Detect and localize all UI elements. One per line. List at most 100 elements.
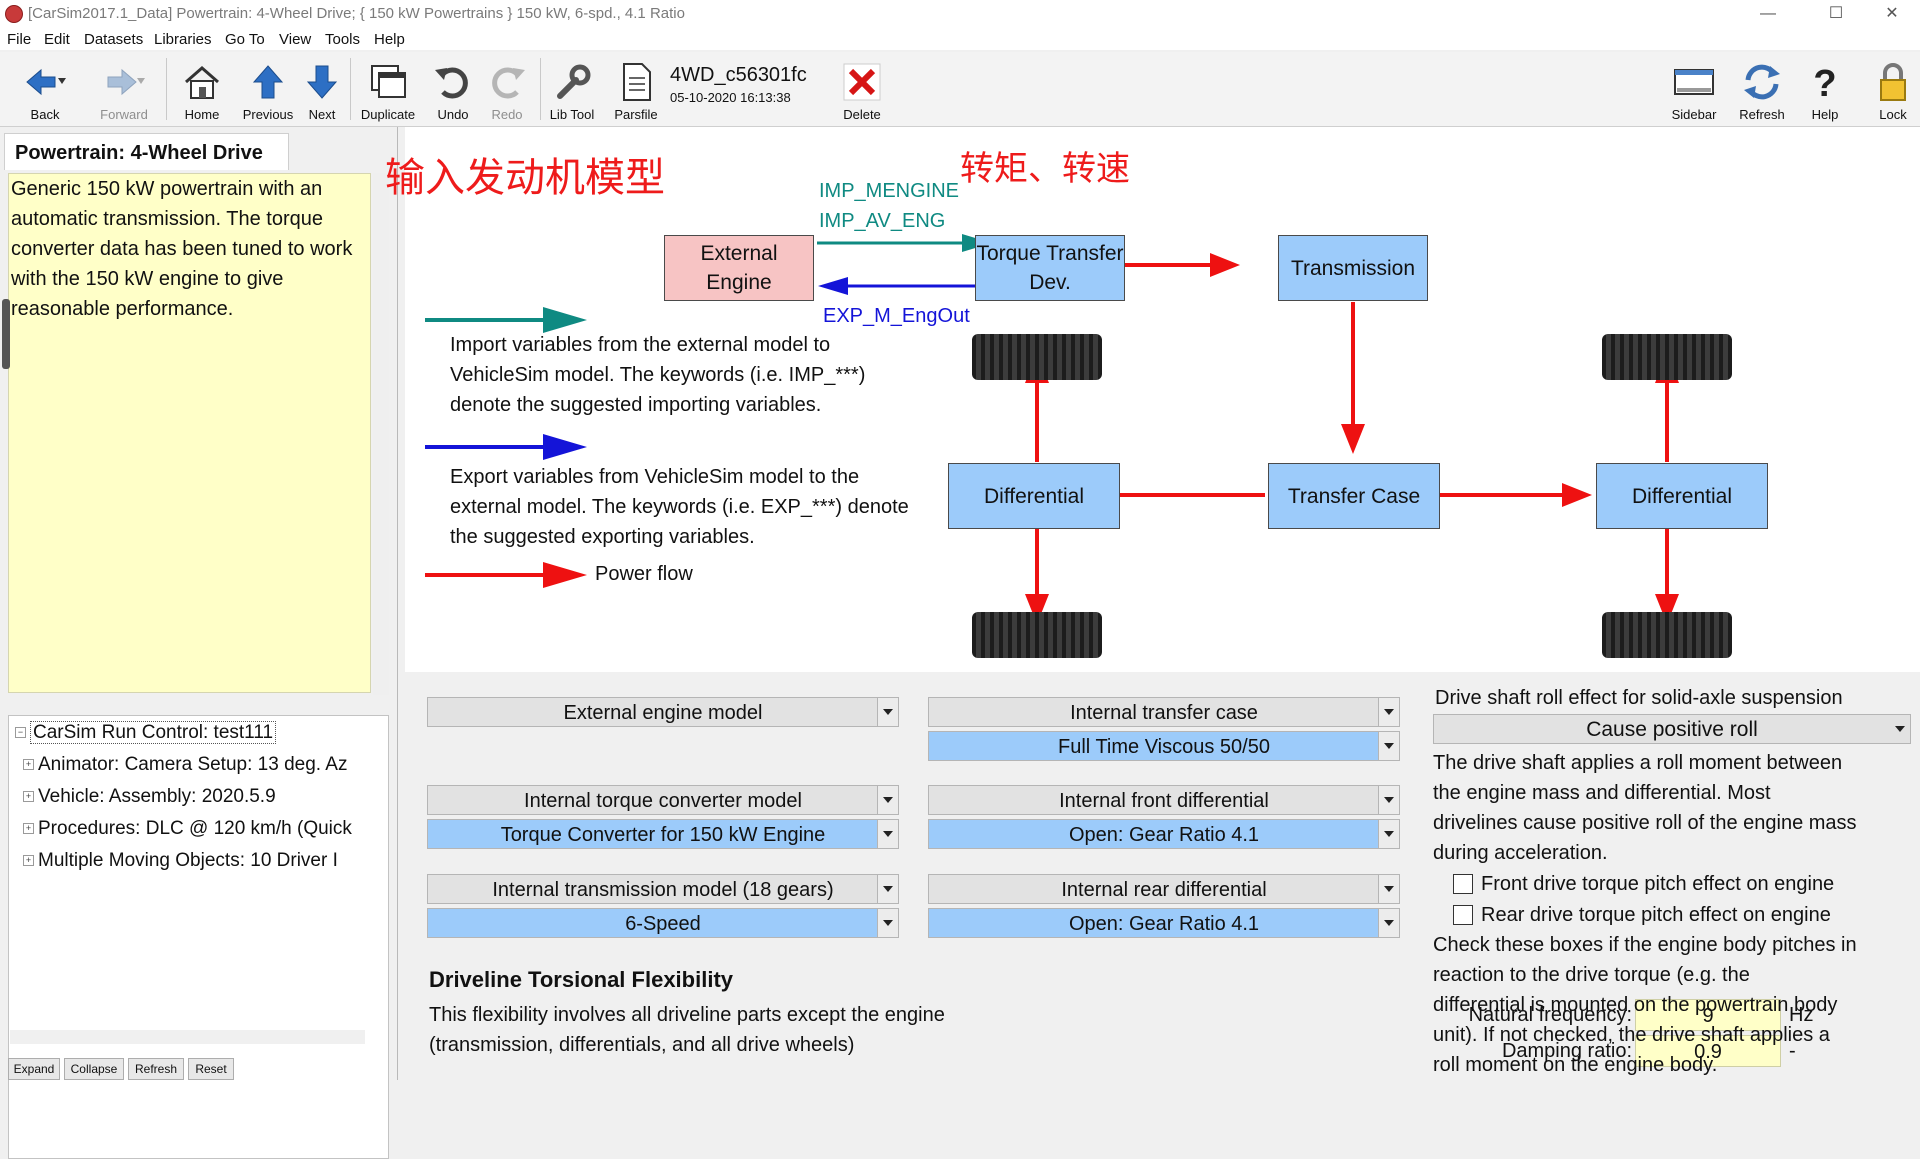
menu-view[interactable]: View [279, 31, 311, 48]
pitch-description-line: Check these boxes if the engine body pit… [1433, 934, 1857, 956]
chevron-down-icon[interactable] [1378, 732, 1399, 760]
refresh-button[interactable]: Refresh [1732, 52, 1792, 126]
chevron-down-icon[interactable] [877, 820, 898, 848]
arrow-down-icon [306, 65, 338, 99]
tree-root[interactable]: − CarSim Run Control: test111 [15, 721, 277, 744]
chevron-down-icon[interactable] [877, 875, 898, 903]
toolbar-separator [166, 58, 167, 120]
run-control-tree[interactable]: − CarSim Run Control: test111 + Animator: … [8, 715, 389, 1159]
annotation-torque-speed: 转矩、转速 [960, 150, 1130, 188]
chevron-down-icon[interactable] [1378, 786, 1399, 814]
rear-pitch-checkbox[interactable] [1453, 905, 1473, 925]
tree-item[interactable]: + Animator: Camera Setup: 13 deg. Az [23, 754, 347, 776]
lib-tool-button[interactable]: Lib Tool [544, 52, 600, 126]
notes-textarea[interactable]: Generic 150 kW powertrain with an automa… [8, 173, 371, 693]
expand-icon[interactable]: + [23, 791, 34, 803]
maximize-button[interactable]: ☐ [1808, 0, 1864, 28]
sidebar-button[interactable]: Sidebar [1664, 52, 1724, 126]
minimize-button[interactable]: — [1740, 0, 1796, 28]
reset-button[interactable]: Reset [188, 1058, 234, 1080]
chevron-down-icon[interactable] [877, 909, 898, 937]
refresh-icon [1744, 64, 1780, 100]
delete-button[interactable]: Delete [832, 52, 892, 126]
torque-converter-dataset-select[interactable]: Torque Converter for 150 kW Engine [427, 819, 899, 849]
front-differential-type-select[interactable]: Internal front differential [928, 785, 1400, 815]
chevron-down-icon[interactable] [877, 786, 898, 814]
menu-edit[interactable]: Edit [44, 31, 70, 48]
transmission-box[interactable]: Transmission [1278, 235, 1428, 301]
front-differential-box[interactable]: Differential [948, 463, 1120, 529]
menu-tools[interactable]: Tools [325, 31, 360, 48]
chevron-down-icon[interactable] [1378, 820, 1399, 848]
help-button[interactable]: ? Help [1800, 52, 1850, 126]
front-pitch-checkbox[interactable] [1453, 874, 1473, 894]
collapse-icon[interactable]: − [15, 727, 26, 739]
back-arrow-icon [26, 68, 66, 96]
splitter-grip[interactable] [2, 299, 10, 369]
external-engine-box[interactable]: External Engine [664, 235, 814, 301]
power-arrow-to-rear-differential [1437, 483, 1592, 507]
transfer-case-dataset-select[interactable]: Full Time Viscous 50/50 [928, 731, 1400, 761]
tree-horizontal-scrollbar[interactable] [10, 1030, 365, 1044]
menu-file[interactable]: File [7, 31, 31, 48]
chevron-down-icon[interactable] [877, 698, 898, 726]
tree-item[interactable]: + Vehicle: Assembly: 2020.5.9 [23, 786, 276, 808]
close-button[interactable]: ✕ [1864, 0, 1920, 28]
transfer-case-box[interactable]: Transfer Case [1268, 463, 1440, 529]
tree-refresh-button[interactable]: Refresh [128, 1058, 184, 1080]
carsim-app-icon [5, 5, 23, 23]
tree-item[interactable]: + Procedures: DLC @ 120 km/h (Quick [23, 818, 352, 840]
expand-icon[interactable]: + [23, 759, 34, 771]
library-tab[interactable]: Powertrain: 4-Wheel Drive [4, 133, 289, 170]
redo-button[interactable]: Redo [482, 52, 532, 126]
transmission-type-select[interactable]: Internal transmission model (18 gears) [427, 874, 899, 904]
chevron-down-icon[interactable] [1890, 715, 1910, 743]
chevron-down-icon[interactable] [1378, 909, 1399, 937]
undo-button[interactable]: Undo [428, 52, 478, 126]
transmission-dataset-select[interactable]: 6-Speed [427, 908, 899, 938]
expand-icon[interactable]: + [23, 855, 34, 867]
notes-scrollbar[interactable] [373, 173, 389, 695]
lock-button[interactable]: Lock [1868, 52, 1918, 126]
duplicate-button[interactable]: Duplicate [356, 52, 420, 126]
pitch-description-line: reaction to the drive torque (e.g. the [1433, 964, 1750, 986]
roll-description-line: The drive shaft applies a roll moment be… [1433, 752, 1843, 774]
wrench-icon [557, 64, 591, 99]
torque-transfer-device-box[interactable]: Torque Transfer Dev. [975, 235, 1125, 301]
menu-goto[interactable]: Go To [225, 31, 265, 48]
previous-button[interactable]: Previous [238, 52, 298, 126]
rear-differential-type-select[interactable]: Internal rear differential [928, 874, 1400, 904]
keyword-exp-m-engout: EXP_M_EngOut [823, 305, 970, 327]
menu-help[interactable]: Help [374, 31, 405, 48]
expand-icon[interactable]: + [23, 823, 34, 835]
rear-differential-box[interactable]: Differential [1596, 463, 1768, 529]
home-button[interactable]: Home [176, 52, 228, 126]
engine-model-select[interactable]: External engine model [427, 697, 899, 727]
tree-item[interactable]: + Multiple Moving Objects: 10 Driver I [23, 850, 338, 872]
sidebar-icon [1674, 69, 1714, 95]
back-button[interactable]: Back [6, 52, 84, 126]
rear-differential-dataset-select[interactable]: Open: Gear Ratio 4.1 [928, 908, 1400, 938]
dataset-date: 05-10-2020 16:13:38 [670, 90, 791, 105]
legend-power-text: Power flow [595, 563, 693, 585]
expand-button[interactable]: Expand [8, 1058, 60, 1080]
chevron-down-icon[interactable] [1378, 698, 1399, 726]
forward-button[interactable]: Forward [88, 52, 160, 126]
chevron-down-icon[interactable] [1378, 875, 1399, 903]
toolbar-separator [350, 58, 351, 120]
next-button[interactable]: Next [300, 52, 344, 126]
rear-pitch-label: Rear drive torque pitch effect on engine [1481, 904, 1831, 926]
roll-effect-select[interactable]: Cause positive roll [1433, 714, 1911, 744]
legend-export-text: Export variables from VehicleSim model t… [450, 466, 909, 548]
parsfile-button[interactable]: Parsfile [608, 52, 664, 126]
menu-datasets[interactable]: Datasets [84, 31, 143, 48]
undo-icon [435, 67, 468, 99]
front-differential-dataset-select[interactable]: Open: Gear Ratio 4.1 [928, 819, 1400, 849]
power-arrow-front-right-wheel [1025, 527, 1049, 624]
home-icon [185, 66, 219, 99]
torque-converter-type-select[interactable]: Internal torque converter model [427, 785, 899, 815]
menu-libraries[interactable]: Libraries [154, 31, 212, 48]
library-tab-title: Powertrain: 4-Wheel Drive [15, 142, 263, 164]
collapse-button[interactable]: Collapse [64, 1058, 124, 1080]
transfer-case-type-select[interactable]: Internal transfer case [928, 697, 1400, 727]
